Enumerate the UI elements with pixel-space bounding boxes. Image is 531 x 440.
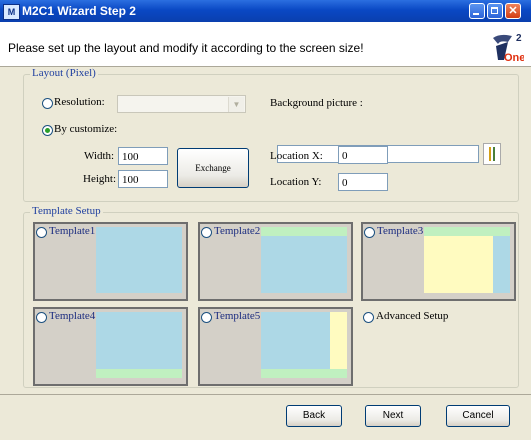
template2-main-region xyxy=(261,236,347,293)
wizard-window: M M2C1 Wizard Step 2 ✕ Please set up the… xyxy=(0,0,531,440)
app-icon: M xyxy=(3,4,20,20)
customize-radio[interactable] xyxy=(42,125,53,136)
template3-label: Template3 xyxy=(377,225,424,237)
template1-main-region xyxy=(96,227,182,293)
width-label: Width: xyxy=(84,150,115,162)
template5-side-region xyxy=(330,312,347,369)
template4-radio[interactable] xyxy=(36,312,47,323)
template5-bottom-strip xyxy=(261,369,347,378)
template2-label: Template2 xyxy=(214,225,261,237)
resolution-radio[interactable] xyxy=(42,98,53,109)
location-y-label: Location Y: xyxy=(270,176,322,188)
chevron-down-icon: ▼ xyxy=(228,97,244,112)
template2-card[interactable]: Template2 xyxy=(198,222,353,301)
logo-text: One xyxy=(504,52,524,64)
layout-legend: Layout (Pixel) xyxy=(30,67,98,79)
window-title: M2C1 Wizard Step 2 xyxy=(22,4,136,18)
template2-top-strip xyxy=(261,227,347,236)
location-x-input[interactable]: 0 xyxy=(338,146,388,164)
template3-radio[interactable] xyxy=(364,227,375,238)
location-y-input[interactable]: 0 xyxy=(338,173,388,191)
template5-label: Template5 xyxy=(214,310,261,322)
template-legend: Template Setup xyxy=(30,205,103,217)
template1-card[interactable]: Template1 xyxy=(33,222,188,301)
browse-icon xyxy=(489,147,491,161)
exchange-button[interactable]: Exchange xyxy=(177,148,249,188)
template3-main-region xyxy=(424,236,493,293)
location-x-label: Location X: xyxy=(270,150,323,162)
header-panel: Please set up the layout and modify it a… xyxy=(0,22,531,67)
resolution-select[interactable]: ▼ xyxy=(117,95,246,113)
close-icon: ✕ xyxy=(508,5,518,17)
instruction-text: Please set up the layout and modify it a… xyxy=(8,41,364,55)
width-input[interactable]: 100 xyxy=(118,147,168,165)
app-logo: 2 One xyxy=(493,33,524,64)
title-bar[interactable]: M M2C1 Wizard Step 2 ✕ xyxy=(0,0,531,22)
template1-radio[interactable] xyxy=(36,227,47,238)
browse-icon-stripe xyxy=(493,147,495,161)
template3-top-strip xyxy=(424,227,510,236)
minimize-button[interactable] xyxy=(469,3,485,19)
template2-radio[interactable] xyxy=(201,227,212,238)
template4-bottom-strip xyxy=(96,369,182,378)
back-label: Back xyxy=(302,410,326,421)
advanced-setup-radio[interactable] xyxy=(363,312,374,323)
template4-label: Template4 xyxy=(49,310,96,322)
background-label: Background picture : xyxy=(270,97,363,109)
template4-card[interactable]: Template4 xyxy=(33,307,188,386)
template1-label: Template1 xyxy=(49,225,96,237)
height-input[interactable]: 100 xyxy=(118,170,168,188)
cancel-label: Cancel xyxy=(462,410,494,421)
back-button[interactable]: Back xyxy=(286,405,342,427)
next-label: Next xyxy=(382,410,404,421)
template5-card[interactable]: Template5 xyxy=(198,307,353,386)
resolution-label: Resolution: xyxy=(54,96,105,108)
template3-card[interactable]: Template3 xyxy=(361,222,516,301)
browse-button[interactable] xyxy=(483,143,501,165)
template3-side-region xyxy=(493,236,510,293)
template4-main-region xyxy=(96,312,182,369)
template5-radio[interactable] xyxy=(201,312,212,323)
exchange-label: Exchange xyxy=(195,163,231,173)
logo-number: 2 xyxy=(516,33,522,44)
maximize-button[interactable] xyxy=(487,3,503,19)
customize-label: By customize: xyxy=(54,123,118,135)
template5-main-region xyxy=(261,312,330,369)
cancel-button[interactable]: Cancel xyxy=(446,405,510,427)
advanced-setup-label: Advanced Setup xyxy=(376,310,449,322)
close-button[interactable]: ✕ xyxy=(505,3,521,19)
height-label: Height: xyxy=(83,173,116,185)
next-button[interactable]: Next xyxy=(365,405,421,427)
